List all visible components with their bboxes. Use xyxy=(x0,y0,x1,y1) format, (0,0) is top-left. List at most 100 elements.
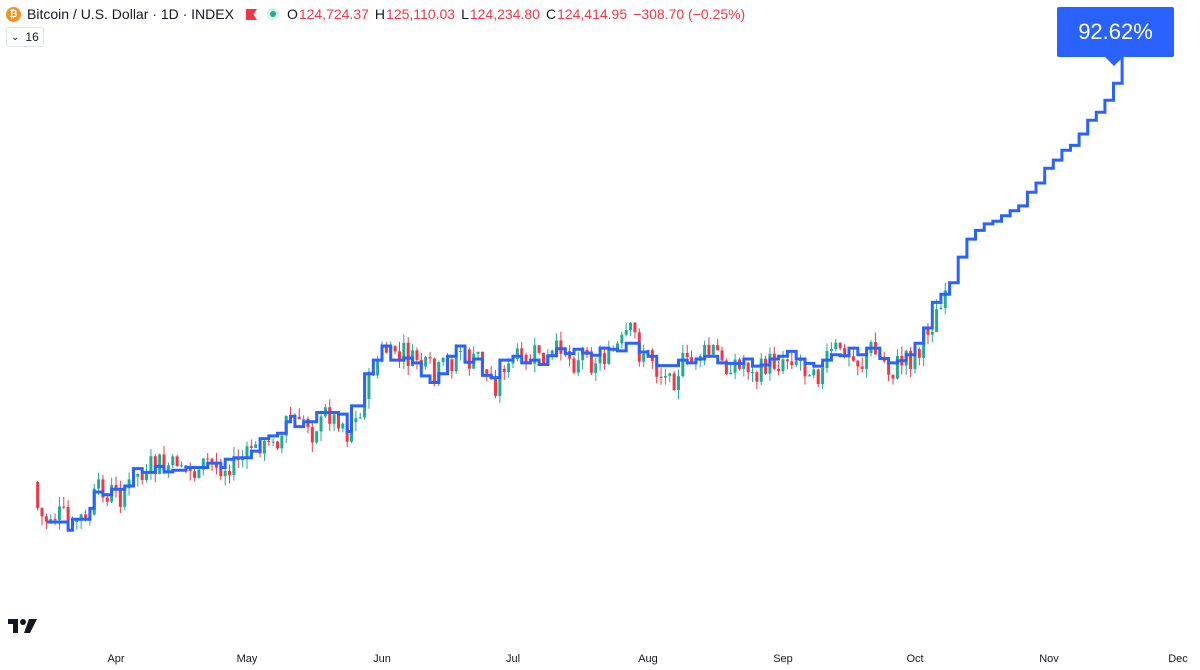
price-chart[interactable] xyxy=(0,0,1200,670)
performance-badge: 92.62% xyxy=(1057,7,1174,57)
candle xyxy=(459,346,463,361)
performance-line-series xyxy=(47,17,1124,532)
candle xyxy=(402,334,406,370)
candle xyxy=(624,323,628,337)
candle xyxy=(57,497,61,530)
performance-line[interactable] xyxy=(47,17,1124,532)
candle xyxy=(935,299,939,333)
candle xyxy=(659,367,663,385)
candle xyxy=(703,340,707,366)
candle xyxy=(232,447,236,481)
candlestick-series xyxy=(36,282,947,530)
candle xyxy=(494,369,498,399)
candle xyxy=(271,438,275,446)
candle xyxy=(568,345,572,367)
candle xyxy=(816,368,820,388)
x-tick-jun: Jun xyxy=(373,653,391,665)
candle xyxy=(589,347,593,375)
candle xyxy=(917,347,921,366)
candle xyxy=(166,462,170,478)
candle xyxy=(633,321,637,339)
candle xyxy=(759,352,763,386)
candle xyxy=(193,468,197,482)
candle xyxy=(594,357,598,382)
candle xyxy=(476,351,480,359)
badge-pointer xyxy=(1104,56,1124,66)
candle xyxy=(785,358,789,370)
candle xyxy=(834,338,838,352)
candle xyxy=(515,343,519,362)
candle xyxy=(650,348,654,370)
candle xyxy=(118,480,122,514)
x-tick-dec: Dec xyxy=(1168,653,1188,665)
candle xyxy=(158,453,162,475)
candle xyxy=(559,331,563,361)
candle xyxy=(572,356,576,375)
candle xyxy=(171,454,175,469)
candle xyxy=(790,353,794,370)
tradingview-logo-icon[interactable] xyxy=(8,618,38,634)
candle xyxy=(341,422,345,433)
candle xyxy=(807,374,811,377)
candle xyxy=(729,364,733,375)
candle xyxy=(328,399,332,431)
candle xyxy=(620,331,624,349)
candle xyxy=(245,441,249,469)
candle xyxy=(895,349,899,380)
x-tick-sep: Sep xyxy=(773,653,793,665)
candle xyxy=(306,416,310,434)
candle xyxy=(716,339,720,351)
candle xyxy=(428,352,432,364)
candle xyxy=(66,500,70,524)
candle xyxy=(607,340,611,366)
candle xyxy=(180,461,183,468)
candle xyxy=(101,475,105,503)
x-tick-may: May xyxy=(236,653,258,665)
candle xyxy=(668,372,672,383)
candle xyxy=(711,343,715,357)
candle xyxy=(825,343,829,373)
candle xyxy=(384,342,388,354)
candle xyxy=(733,353,737,380)
candle xyxy=(254,441,258,449)
candle xyxy=(332,413,336,431)
candle xyxy=(891,374,895,385)
candle xyxy=(397,341,401,369)
candle xyxy=(297,408,301,420)
candle xyxy=(393,345,397,355)
candle xyxy=(79,513,83,529)
x-tick-oct: Oct xyxy=(906,653,924,665)
candle xyxy=(629,321,633,336)
candle xyxy=(746,361,750,380)
candle xyxy=(751,365,755,383)
candle xyxy=(262,438,266,461)
candle xyxy=(502,365,506,381)
candle xyxy=(415,347,419,370)
candle xyxy=(799,354,803,371)
candle xyxy=(873,332,877,355)
candle xyxy=(358,412,362,420)
candle xyxy=(576,352,580,376)
x-tick-aug: Aug xyxy=(638,653,658,665)
candle xyxy=(197,468,201,479)
candle xyxy=(524,352,528,370)
candle xyxy=(441,356,445,367)
candle xyxy=(188,462,192,481)
candle xyxy=(663,368,667,385)
candle xyxy=(450,355,454,379)
x-tick-nov: Nov xyxy=(1039,653,1059,665)
candle xyxy=(36,480,40,511)
candle xyxy=(676,369,680,400)
candle xyxy=(40,507,44,526)
candle xyxy=(838,342,842,351)
candle xyxy=(424,355,428,370)
candle xyxy=(909,346,913,377)
candle xyxy=(533,337,537,373)
candle xyxy=(175,454,179,467)
candle xyxy=(136,473,140,487)
candle xyxy=(537,345,541,355)
candle xyxy=(602,346,606,370)
candle xyxy=(275,440,279,451)
candle xyxy=(310,423,314,452)
candle xyxy=(724,358,728,376)
